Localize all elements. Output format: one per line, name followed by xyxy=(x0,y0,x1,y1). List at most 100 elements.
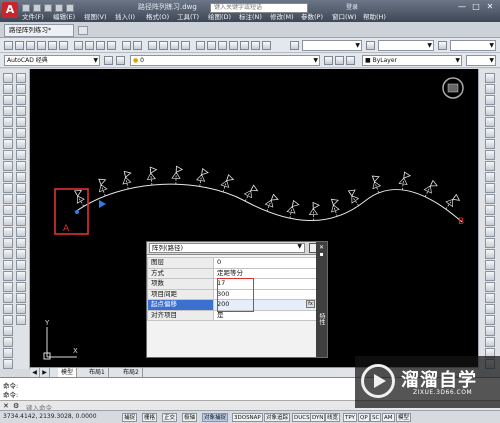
modify-tool-icon[interactable] xyxy=(485,161,495,171)
menu-format[interactable]: 格式(O) xyxy=(146,12,177,22)
flag-array-item[interactable] xyxy=(196,167,209,187)
workspace-settings-icon[interactable] xyxy=(104,56,113,65)
am-toggle[interactable]: AM xyxy=(382,413,395,422)
tab-layout1[interactable]: 布局1 xyxy=(86,368,109,377)
cut-icon[interactable] xyxy=(74,41,83,50)
modify-tool-icon[interactable] xyxy=(485,194,495,204)
modify-tool-icon[interactable] xyxy=(485,326,495,336)
menu-file[interactable]: 文件(F) xyxy=(22,12,53,22)
dim-style-icon[interactable] xyxy=(366,41,375,50)
modify-tool-icon[interactable] xyxy=(485,139,495,149)
properties-icon[interactable] xyxy=(196,41,205,50)
text-style-dropdown[interactable]: ▼ xyxy=(302,40,362,51)
prop-value[interactable]: 0 xyxy=(213,257,317,269)
draw-tool-icon[interactable] xyxy=(3,359,13,369)
draw-tool-icon[interactable] xyxy=(3,172,13,182)
flag-array-item[interactable] xyxy=(308,201,321,221)
array-items[interactable] xyxy=(71,165,461,221)
modify-tool-icon[interactable] xyxy=(485,84,495,94)
lineweight-toggle[interactable]: 线宽 xyxy=(325,413,341,422)
sc-toggle[interactable]: SC xyxy=(370,413,382,422)
menu-parameters[interactable]: 参数(P) xyxy=(301,12,332,22)
draw-tool-icon[interactable] xyxy=(3,161,13,171)
modify-tool-icon[interactable] xyxy=(485,73,495,83)
ducs-toggle[interactable]: DUCS xyxy=(292,413,312,422)
draw-tool-icon[interactable] xyxy=(3,139,13,149)
modify-tool-icon[interactable] xyxy=(485,128,495,138)
draw-tool-icon[interactable] xyxy=(16,172,26,182)
customize-icon[interactable]: ⚙ xyxy=(13,402,19,410)
draw-tool-icon[interactable] xyxy=(3,194,13,204)
modify-tool-icon[interactable] xyxy=(485,205,495,215)
print-preview-icon[interactable] xyxy=(48,41,57,50)
sheet-set-icon[interactable] xyxy=(229,41,238,50)
draw-tool-icon[interactable] xyxy=(16,84,26,94)
paste-icon[interactable] xyxy=(96,41,105,50)
draw-tool-icon[interactable] xyxy=(3,304,13,314)
menu-help[interactable]: 帮助(H) xyxy=(363,12,394,22)
quickcalc-icon[interactable] xyxy=(251,41,260,50)
tab-scroll-right-icon[interactable]: ▶ xyxy=(40,368,50,377)
draw-tool-icon[interactable] xyxy=(16,117,26,127)
modify-tool-icon[interactable] xyxy=(485,238,495,248)
start-grip-marker[interactable] xyxy=(99,200,106,208)
modify-tool-icon[interactable] xyxy=(485,282,495,292)
open-icon[interactable] xyxy=(33,4,41,12)
login-link[interactable]: 登录 xyxy=(346,2,358,11)
draw-tool-icon[interactable] xyxy=(16,249,26,259)
menu-dimension[interactable]: 标注(N) xyxy=(239,12,270,22)
modify-tool-icon[interactable] xyxy=(485,172,495,182)
draw-tool-icon[interactable] xyxy=(3,117,13,127)
redo-icon[interactable] xyxy=(66,4,74,12)
text-style-icon[interactable] xyxy=(290,41,299,50)
draw-tool-icon[interactable] xyxy=(3,326,13,336)
menu-draw[interactable]: 绘图(D) xyxy=(208,12,239,22)
modify-tool-icon[interactable] xyxy=(485,150,495,160)
pan-icon[interactable] xyxy=(148,41,157,50)
draw-tool-icon[interactable] xyxy=(16,315,26,325)
draw-tool-icon[interactable] xyxy=(3,128,13,138)
modify-tool-icon[interactable] xyxy=(485,293,495,303)
draw-tool-icon[interactable] xyxy=(3,249,13,259)
draw-tool-icon[interactable] xyxy=(16,183,26,193)
table-style-dropdown[interactable]: ▼ xyxy=(450,40,496,51)
flag-array-item[interactable] xyxy=(146,166,158,186)
menu-modify[interactable]: 修改(M) xyxy=(270,12,301,22)
modify-tool-icon[interactable] xyxy=(485,183,495,193)
prop-row-method[interactable]: 方式 定距等分 xyxy=(147,267,317,279)
draw-tool-icon[interactable] xyxy=(3,282,13,292)
help-icon[interactable] xyxy=(262,41,271,50)
open-file-icon[interactable] xyxy=(15,41,24,50)
dim-style-dropdown[interactable]: ▼ xyxy=(378,40,434,51)
path-start-grip[interactable] xyxy=(75,210,79,214)
3dosnap-toggle[interactable]: 3DOSNAP xyxy=(232,413,263,422)
workspace-dropdown[interactable]: AutoCAD 经典 ▼ xyxy=(4,55,100,66)
draw-tool-icon[interactable] xyxy=(3,293,13,303)
draw-tool-icon[interactable] xyxy=(3,183,13,193)
modify-tool-icon[interactable] xyxy=(485,315,495,325)
modify-tool-icon[interactable] xyxy=(485,304,495,314)
prop-row-layer[interactable]: 图层 0 xyxy=(147,257,317,269)
draw-tool-icon[interactable] xyxy=(16,150,26,160)
zoom-window-icon[interactable] xyxy=(170,41,179,50)
viewcube-face-icon[interactable] xyxy=(447,83,459,93)
minimize-button[interactable]: — xyxy=(456,2,468,12)
draw-tool-icon[interactable] xyxy=(16,95,26,105)
draw-tool-icon[interactable] xyxy=(16,271,26,281)
menu-insert[interactable]: 插入(I) xyxy=(115,12,146,22)
draw-tool-icon[interactable] xyxy=(3,315,13,325)
save-icon[interactable] xyxy=(44,4,52,12)
draw-tool-icon[interactable] xyxy=(16,227,26,237)
draw-tool-icon[interactable] xyxy=(3,348,13,358)
flag-array-item[interactable] xyxy=(286,199,300,220)
match-properties-icon[interactable] xyxy=(107,41,116,50)
layer-properties-icon[interactable] xyxy=(116,56,125,65)
close-command-icon[interactable]: ✕ xyxy=(3,402,9,410)
prop-value[interactable]: 定距等分 xyxy=(213,267,317,279)
flag-array-item[interactable] xyxy=(120,170,134,190)
draw-tool-icon[interactable] xyxy=(3,260,13,270)
zoom-realtime-icon[interactable] xyxy=(159,41,168,50)
new-tab-icon[interactable] xyxy=(78,26,88,35)
table-style-icon[interactable] xyxy=(438,41,447,50)
modify-tool-icon[interactable] xyxy=(485,271,495,281)
